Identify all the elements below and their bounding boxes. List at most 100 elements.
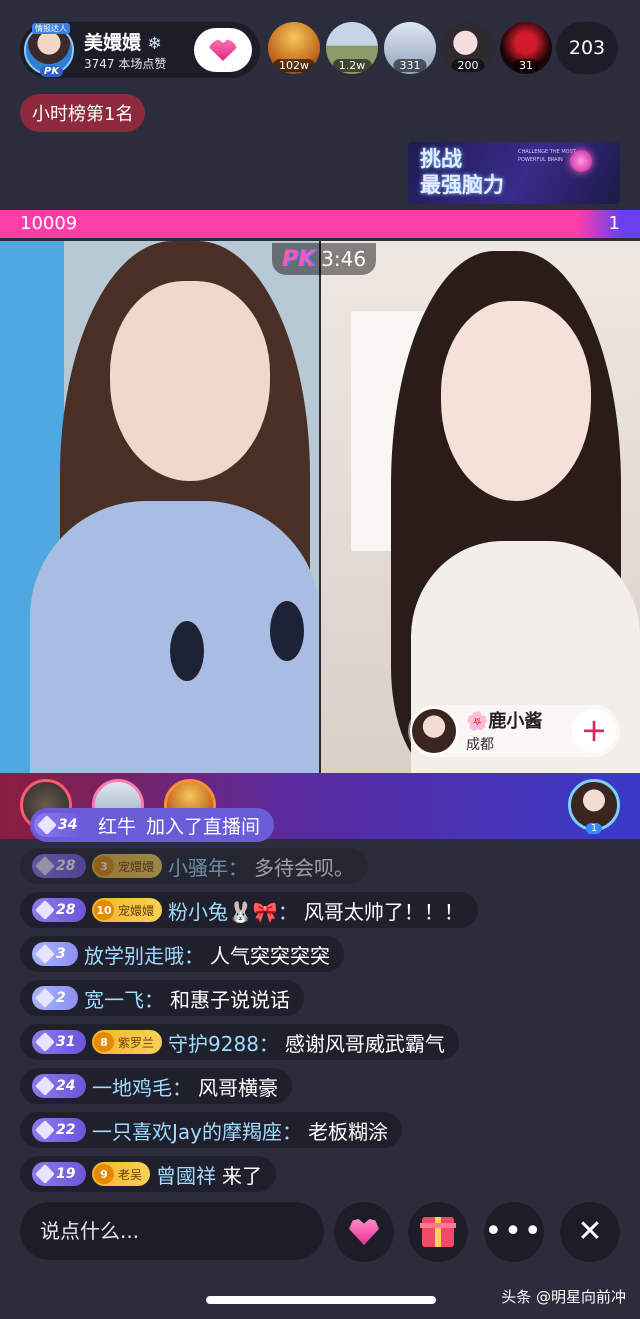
join-text: 加入了直播间	[146, 815, 261, 838]
chat-username[interactable]: 一地鸡毛：	[92, 1072, 192, 1101]
join-notice: 34 红牛 加入了直播间	[30, 808, 275, 842]
chat-username[interactable]: 放学别走哦：	[84, 940, 204, 969]
chat-text: 多待会呗。	[254, 855, 355, 880]
fan-badge: 9 老吴	[92, 1162, 151, 1186]
fan-badge: 10 宠嬛嬛	[92, 898, 163, 922]
chat-username[interactable]: 守护9288：	[168, 1028, 279, 1057]
promo-title-line2: 最强脑力	[420, 173, 504, 197]
more-button[interactable]: •••	[484, 1202, 544, 1262]
fan-level: 9	[94, 1164, 114, 1184]
chat-message[interactable]: 2 宽一飞： 和惠子说说话	[20, 980, 304, 1016]
pk-timer: PK 3:46	[272, 243, 376, 275]
fan-name: 紫罗兰	[118, 1035, 155, 1050]
chat-username[interactable]: 小骚年：	[168, 852, 248, 881]
fan-name: 宠嬛嬛	[118, 903, 155, 918]
diamond-icon	[35, 988, 55, 1008]
shirt-face-print	[270, 601, 304, 661]
chat-message[interactable]: 28 3 宠嬛嬛 小骚年： 多待会呗。	[20, 848, 369, 884]
heart-icon	[209, 39, 237, 61]
host-likes: 3747 本场点赞	[84, 57, 167, 71]
level-number: 19	[56, 1166, 76, 1182]
brain-orb-icon	[570, 150, 592, 172]
chat-username[interactable]: 曾國祥	[156, 1160, 216, 1189]
promo-title-line1: 挑战	[420, 147, 462, 171]
pk-left-score: 10009	[20, 213, 78, 234]
fan-level: 10	[94, 900, 114, 920]
fan-level: 3	[94, 856, 114, 876]
chat-message[interactable]: 31 8 紫罗兰 守护9288： 感谢风哥威武霸气	[20, 1024, 459, 1060]
opponent-avatar[interactable]	[410, 707, 458, 755]
chat-text: 感谢风哥威武霸气	[284, 1031, 445, 1056]
add-icon[interactable]: +	[572, 709, 616, 753]
host-video[interactable]	[0, 241, 319, 773]
fan-badge: 3 宠嬛嬛	[92, 854, 163, 878]
chat-text: 和惠子说说话	[170, 987, 290, 1012]
host-avatar[interactable]: 情报达人 PK	[24, 23, 74, 77]
diamond-icon	[35, 944, 55, 964]
level-number: 28	[56, 858, 76, 874]
level-badge: 28	[32, 898, 86, 922]
host-mini-count: 1	[585, 823, 603, 834]
viewer-score: 102w	[273, 59, 315, 72]
viewer-avatar[interactable]: 331	[384, 22, 436, 74]
top-bar: 情报达人 PK 美嬛嬛 ❄ 3747 本场点赞 102w 1.2w 331 20…	[0, 0, 640, 96]
fan-level: 8	[94, 1032, 114, 1052]
home-indicator[interactable]	[206, 1296, 436, 1304]
host-mini-avatar[interactable]: 1	[568, 779, 620, 834]
opponent-location: 成都	[466, 737, 494, 753]
diamond-icon	[35, 1164, 55, 1184]
chat-message[interactable]: 22 一只喜欢Jay的摩羯座： 老板糊涂	[20, 1112, 402, 1148]
promo-title: 挑战 最强脑力	[420, 146, 504, 198]
chat-username[interactable]: 宽一飞：	[84, 984, 164, 1013]
viewer-score: 1.2w	[332, 59, 372, 72]
gift-button[interactable]	[408, 1202, 468, 1262]
diamond-icon	[35, 1120, 55, 1140]
level-badge: 22	[32, 1118, 86, 1142]
chat-text: 人气突突突突	[210, 943, 330, 968]
diamond-icon	[35, 856, 55, 876]
diamond-icon	[37, 815, 57, 835]
level-badge: 2	[32, 986, 78, 1010]
chat-input[interactable]: 说点什么...	[20, 1202, 324, 1260]
level-badge: 34	[34, 813, 88, 837]
chat-username[interactable]: 一只喜欢Jay的摩羯座：	[92, 1116, 302, 1145]
viewer-count[interactable]: 203	[556, 22, 618, 74]
chat-username[interactable]: 粉小兔🐰🎀：	[168, 896, 298, 925]
pk-countdown: 3:46	[321, 247, 367, 271]
level-number: 3	[56, 946, 66, 962]
viewer-avatar[interactable]: 1.2w	[326, 22, 378, 74]
hourly-rank-badge[interactable]: 小时榜第1名	[20, 94, 146, 132]
viewer-score: 331	[393, 59, 427, 72]
diamond-icon	[35, 1032, 55, 1052]
chat-text: 来了	[222, 1163, 263, 1188]
viewer-score: 200	[451, 59, 485, 72]
heart-planet-button[interactable]	[334, 1202, 394, 1262]
host-pk-badge: PK	[40, 66, 64, 77]
join-user[interactable]: 红牛	[98, 812, 136, 839]
follow-button[interactable]	[194, 28, 252, 72]
level-number: 22	[56, 1122, 76, 1138]
opponent-name: 🌸鹿小酱	[466, 711, 543, 732]
diamond-icon	[35, 900, 55, 920]
chat-message[interactable]: 24 一地鸡毛： 风哥横豪	[20, 1068, 292, 1104]
chat-message[interactable]: 3 放学别走哦： 人气突突突突	[20, 936, 344, 972]
pk-icon: PK	[281, 246, 316, 272]
opponent-video[interactable]	[321, 241, 640, 773]
promo-banner[interactable]: 挑战 最强脑力 CHALLENGE THE MOST POWERFUL BRAI…	[408, 142, 620, 204]
chat-text: 风哥太帅了！！！	[303, 899, 464, 924]
fan-badge: 8 紫罗兰	[92, 1030, 163, 1054]
watermark: 头条 @明星向前冲	[501, 1288, 626, 1306]
viewer-avatar[interactable]: 200	[442, 22, 494, 74]
opponent-card[interactable]: 🌸鹿小酱 成都 +	[408, 705, 620, 757]
host-card[interactable]: 情报达人 PK 美嬛嬛 ❄ 3747 本场点赞	[20, 22, 260, 78]
close-button[interactable]: ✕	[560, 1202, 620, 1262]
bottom-bar: 说点什么... ••• ✕	[0, 1198, 640, 1264]
chat-text: 风哥横豪	[198, 1075, 278, 1100]
chat-message[interactable]: 19 9 老吴 曾國祥 来了	[20, 1156, 277, 1192]
level-badge: 28	[32, 854, 86, 878]
fan-name: 老吴	[118, 1167, 143, 1182]
chat-message[interactable]: 28 10 宠嬛嬛 粉小兔🐰🎀： 风哥太帅了！！！	[20, 892, 478, 928]
viewer-avatar[interactable]: 102w	[268, 22, 320, 74]
viewer-avatar[interactable]: 31	[500, 22, 552, 74]
level-badge: 3	[32, 942, 78, 966]
